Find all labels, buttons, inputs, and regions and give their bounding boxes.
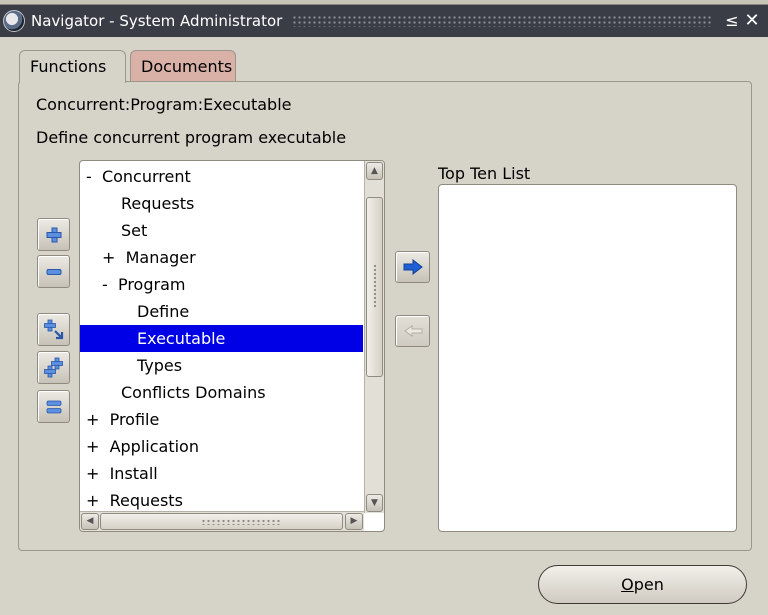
expand-button[interactable] [37,218,70,251]
tree-item[interactable]: + Profile [80,406,363,433]
tree-vertical-scrollbar[interactable]: ▲ ▼ [364,161,384,513]
function-tree[interactable]: - Concurrent Requests Set + Manager - Progra… [79,160,385,532]
horizontal-scroll-thumb[interactable] [100,513,343,530]
titlebar-grip[interactable] [292,15,712,27]
expand-branch-button[interactable] [37,313,70,346]
tree-item[interactable]: Define [80,298,363,325]
plus-icon [46,227,61,242]
tree-item[interactable]: Conflicts Domains [80,379,363,406]
top-ten-list[interactable] [438,184,737,532]
scroll-left-icon[interactable]: ◀ [81,513,99,530]
arrow-left-icon [403,325,422,337]
arrow-right-icon [403,258,423,276]
vertical-scroll-thumb[interactable] [366,197,383,377]
tree-item[interactable]: Requests [80,190,363,217]
scroll-down-icon[interactable]: ▼ [366,494,383,512]
tree-item[interactable]: Set [80,217,363,244]
function-description: Define concurrent program executable [36,128,347,147]
tab-functions[interactable]: Functions [19,50,126,83]
collapse-all-icon [46,400,61,413]
oracle-globe-icon [3,10,25,32]
tree-item[interactable]: + Application [80,433,363,460]
add-to-top-ten-button[interactable] [395,251,430,283]
tree-item[interactable]: + Install [80,460,363,487]
open-button[interactable]: Open [538,565,747,604]
minimize-icon[interactable]: ≤ [722,11,742,31]
tree-item[interactable]: + Manager [80,244,363,271]
tree-item[interactable]: + Requests [80,487,363,514]
top-ten-label: Top Ten List [438,164,531,183]
tree-item-selected[interactable]: Executable [80,325,363,352]
remove-from-top-ten-button[interactable] [395,315,430,347]
expand-branch-icon [43,319,63,339]
window-titlebar[interactable]: Navigator - System Administrator ≤ ✕ [0,5,768,37]
tree-item[interactable]: - Program [80,271,363,298]
minus-icon [46,268,61,275]
tab-documents[interactable]: Documents [130,50,236,82]
close-icon[interactable]: ✕ [742,11,762,31]
open-button-label: pen [633,575,664,594]
expand-all-button[interactable] [37,351,70,384]
tree-item[interactable]: - Concurrent [80,163,363,190]
scroll-right-icon[interactable]: ▶ [345,513,363,530]
collapse-all-button[interactable] [37,390,70,423]
tree-horizontal-scrollbar[interactable]: ◀ ▶ [80,511,364,531]
expand-all-icon [43,357,63,377]
tree-item[interactable]: Types [80,352,363,379]
function-name: Concurrent:Program:Executable [36,95,292,114]
open-button-mnemonic: O [621,575,634,594]
scroll-up-icon[interactable]: ▲ [366,162,383,180]
collapse-button[interactable] [37,255,70,288]
window-title: Navigator - System Administrator [31,12,283,30]
